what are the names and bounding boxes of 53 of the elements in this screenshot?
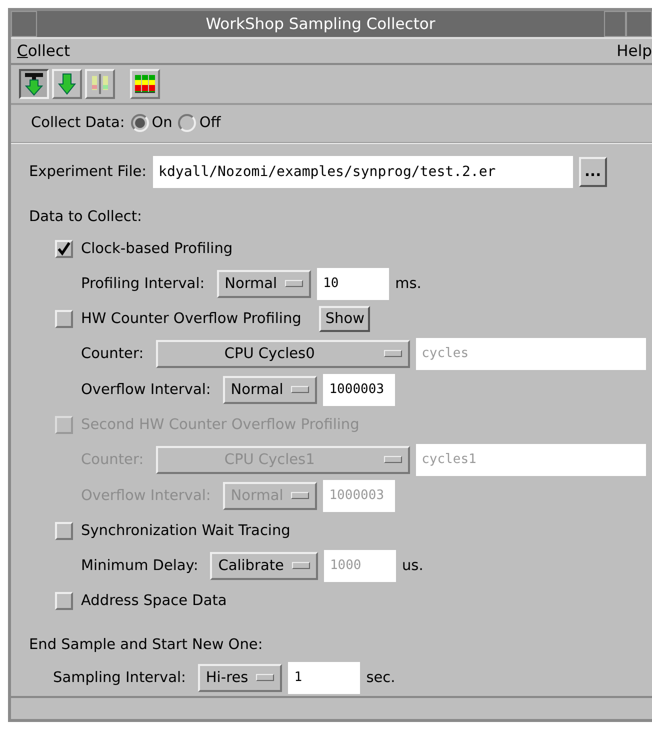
radio-button[interactable] [130, 114, 149, 132]
input-field[interactable]: 1 [288, 662, 360, 694]
dropdown[interactable]: CPU Cycles0 [156, 340, 410, 368]
checkbox[interactable] [55, 310, 73, 328]
checkbox-label: Clock-based Profiling [81, 240, 233, 257]
unit-label: ms. [395, 276, 422, 292]
dropdown[interactable]: Normal [222, 376, 318, 404]
down-arrow-bar-icon [23, 72, 45, 96]
minimize-button[interactable] [604, 11, 626, 37]
menu-item[interactable]: Help [616, 42, 652, 60]
unit-label: sec. [366, 670, 396, 686]
toolbar-button[interactable] [19, 68, 49, 99]
dropdown[interactable]: Calibrate [210, 552, 318, 580]
dropdown-indicator-icon [384, 456, 402, 464]
dropdown[interactable]: Normal [216, 270, 312, 298]
field-label: Counter: [81, 346, 144, 362]
radio-label: Off [199, 115, 221, 132]
down-arrow-icon [56, 72, 78, 96]
field-label: Experiment File: [29, 164, 147, 180]
radio-button[interactable] [178, 114, 196, 132]
field-label: Sampling Interval: [53, 670, 186, 686]
radio-label: On [152, 115, 172, 132]
dropdown[interactable]: Hi-res [198, 664, 282, 692]
meter-bars-icon [89, 72, 111, 96]
checkbox[interactable] [55, 592, 73, 610]
unit-label: us. [402, 558, 424, 574]
checkbox-label: Synchronization Wait Tracing [81, 522, 290, 539]
checkmark-icon [57, 240, 71, 257]
input-field[interactable]: 1000003 [323, 374, 396, 406]
dropdown-indicator-icon [384, 350, 402, 358]
checkbox-label: Address Space Data [81, 592, 227, 609]
checkbox[interactable] [55, 522, 73, 540]
section-heading: End Sample and Start New One: [29, 636, 264, 655]
menu-item[interactable]: Collect [17, 42, 70, 60]
checkbox-label: HW Counter Overflow Profiling [81, 310, 302, 327]
dropdown-indicator-icon [291, 492, 310, 500]
input-field[interactable]: 10 [317, 268, 390, 300]
maximize-button[interactable] [626, 11, 652, 37]
field-label: Overflow Interval: [81, 382, 211, 398]
show-button[interactable]: Show [319, 306, 370, 332]
window-title: WorkShop Sampling Collector [204, 15, 436, 33]
checkbox[interactable] [55, 240, 73, 258]
dropdown-indicator-icon [285, 280, 304, 288]
browse-button[interactable]: ... [578, 156, 608, 187]
field-label: Collect Data: [31, 115, 125, 132]
file-path-field[interactable]: kdyall/Nozomi/examples/synprog/test.2.er [152, 156, 573, 188]
field-label: Profiling Interval: [81, 276, 205, 292]
dropdown-indicator-icon [292, 562, 310, 570]
dropdown-indicator-icon [256, 674, 274, 682]
field-label: Minimum Delay: [81, 558, 198, 574]
dropdown-indicator-icon [291, 386, 310, 394]
window-menu-button[interactable] [11, 11, 37, 37]
section-heading: Data to Collect: [29, 208, 143, 227]
